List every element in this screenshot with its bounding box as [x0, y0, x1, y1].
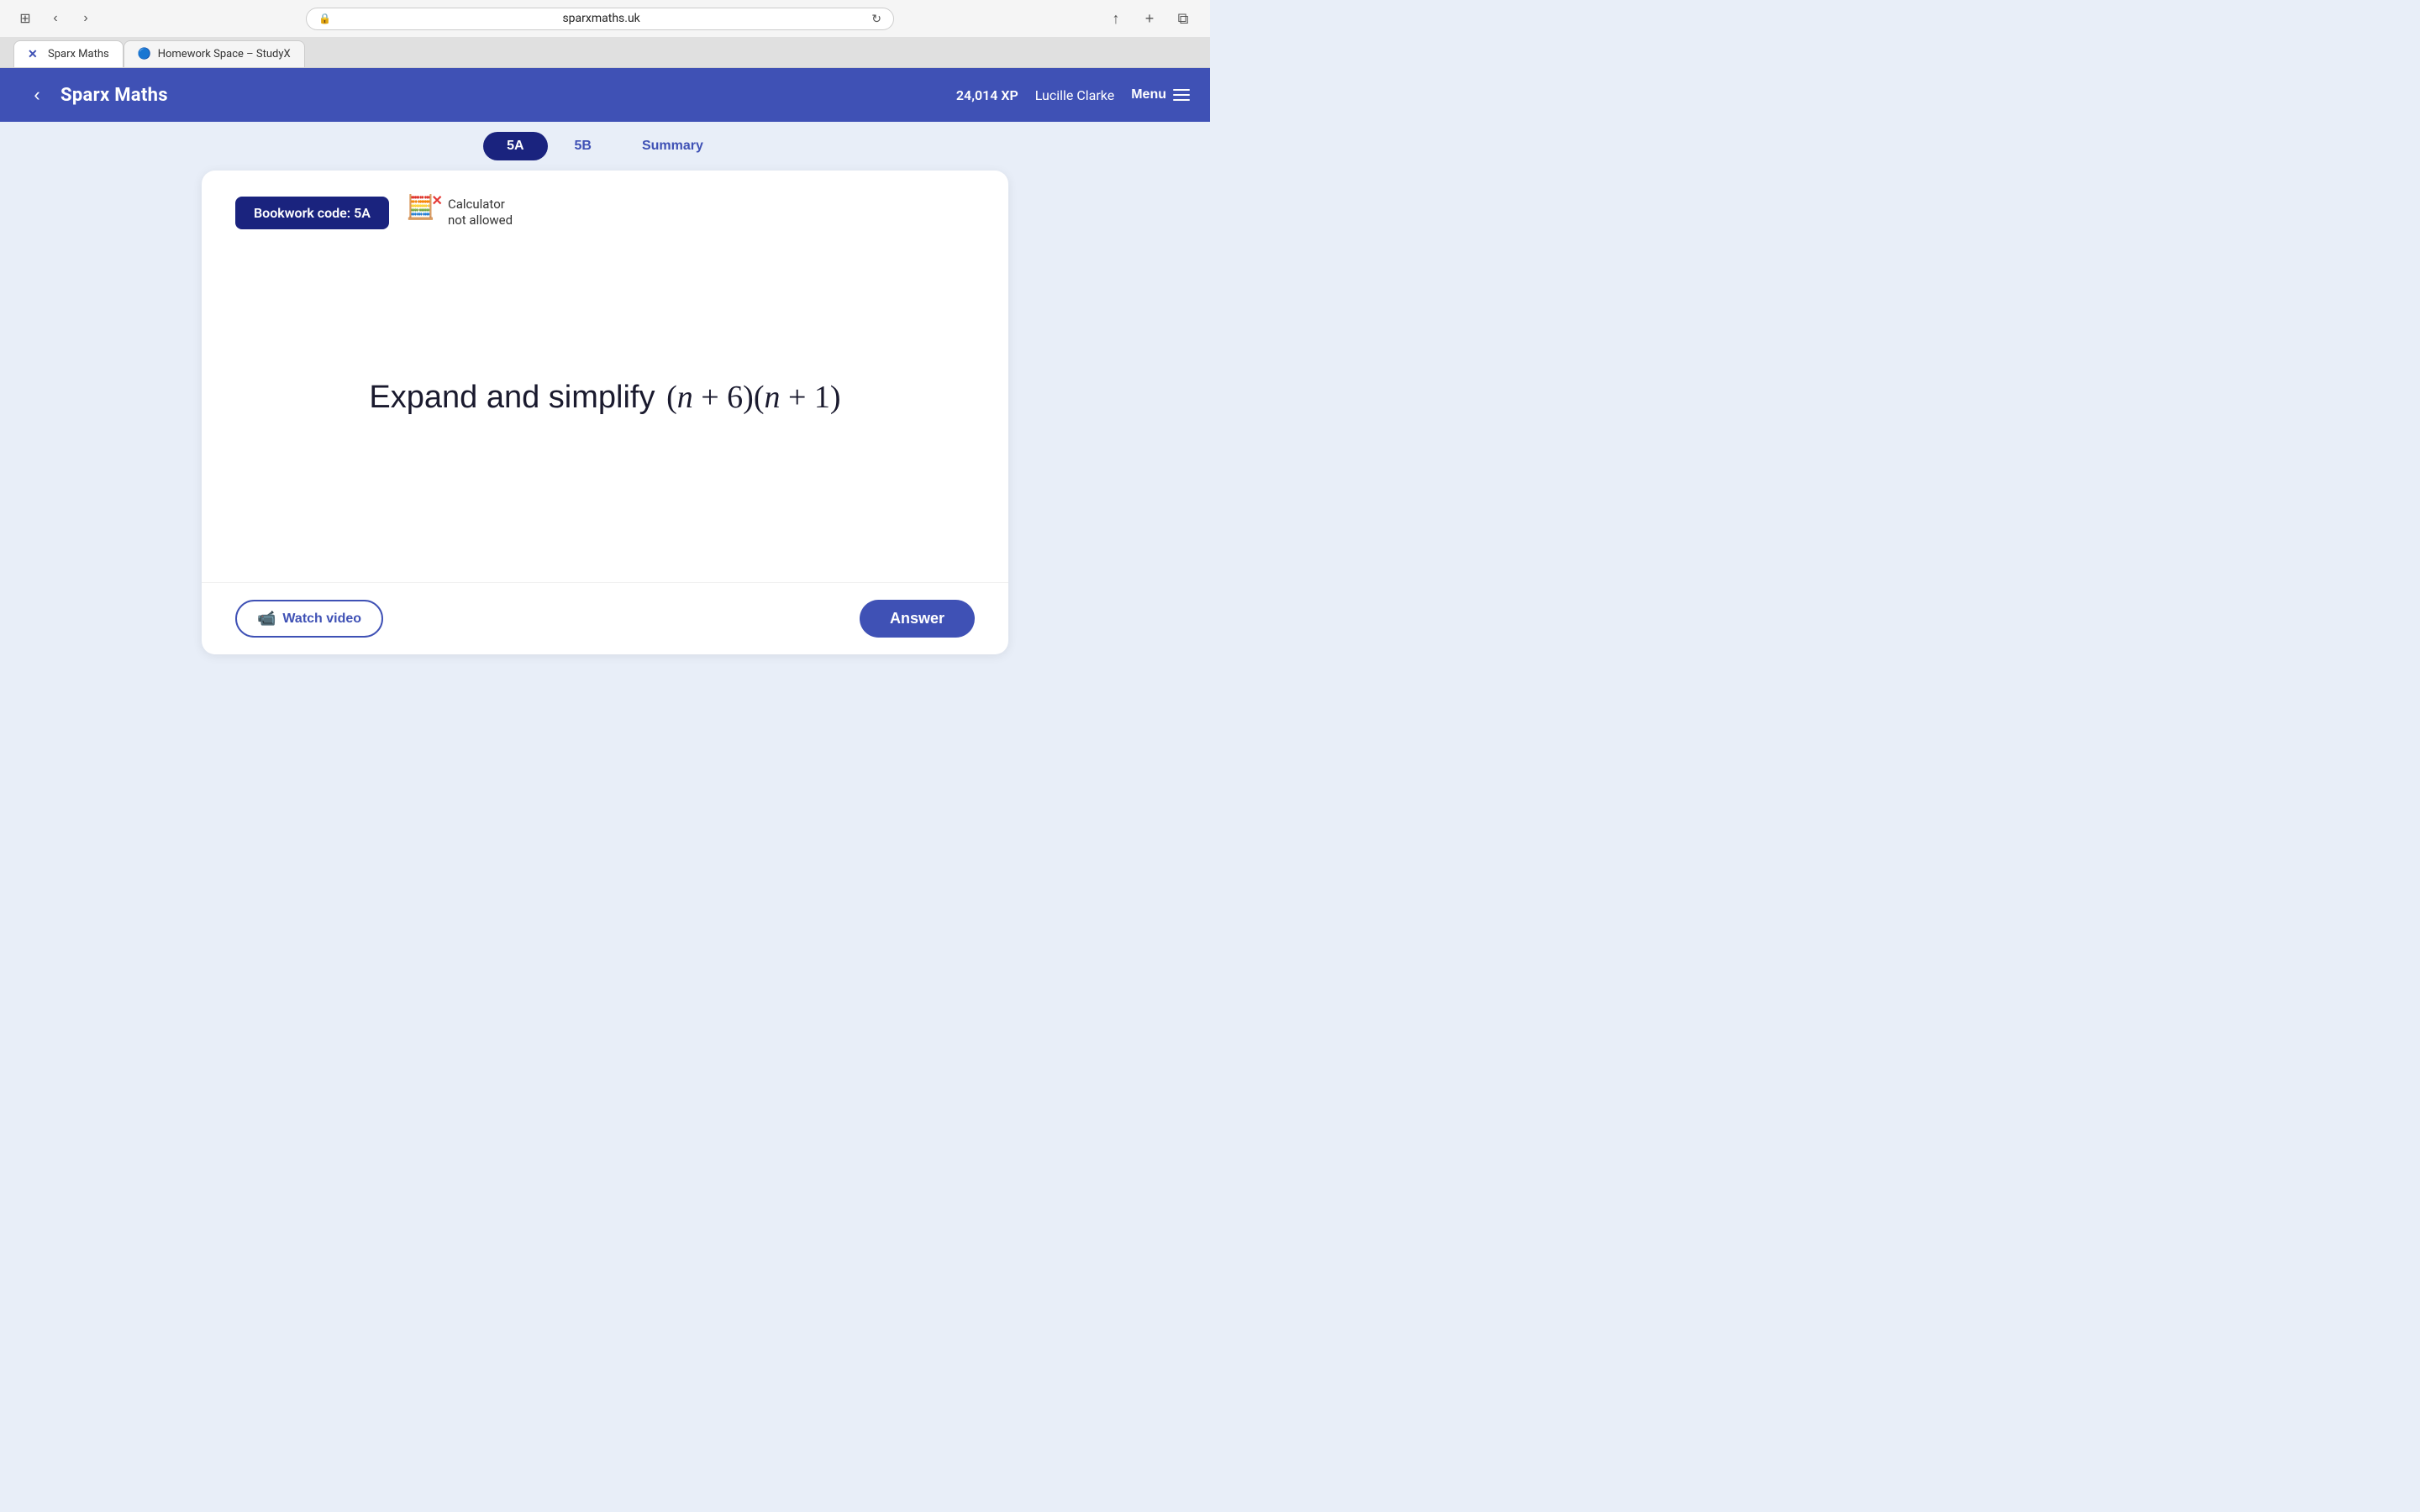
back-navigation-button[interactable]: ‹: [20, 78, 54, 112]
math-expression: (n + 6)(n + 1): [660, 379, 840, 416]
app-header: ‹ Sparx Maths 24,014 XP Lucille Clarke M…: [0, 68, 1210, 122]
header-right: 24,014 XP Lucille Clarke Menu: [956, 87, 1190, 103]
browser-toolbar: ⊞ ‹ › 🔒 sparxmaths.uk ↻ ↑ + ⧉: [0, 0, 1210, 37]
bookwork-code-badge: Bookwork code: 5A: [235, 197, 389, 229]
url-text: sparxmaths.uk: [336, 12, 866, 25]
watch-video-button[interactable]: 📹 Watch video: [235, 600, 383, 638]
sparx-tab-label: Sparx Maths: [48, 48, 109, 60]
menu-label: Menu: [1131, 87, 1166, 102]
xp-display: 24,014 XP: [956, 87, 1018, 103]
back-arrow-icon: ‹: [34, 84, 39, 106]
browser-controls: ⊞ ‹ ›: [13, 7, 97, 30]
menu-button[interactable]: Menu: [1131, 87, 1190, 102]
share-button[interactable]: ↑: [1102, 5, 1129, 32]
calculator-x-icon: ✕: [432, 192, 443, 208]
tabs-navigation: 5A 5B Summary: [0, 122, 1210, 171]
back-button[interactable]: ‹: [44, 7, 67, 30]
calculator-label: Calculator: [448, 197, 513, 213]
card-bottom: 📹 Watch video Answer: [202, 582, 1008, 654]
calculator-info: 🧮 ✕ Calculator not allowed: [406, 196, 513, 229]
browser-tabs: ✕ Sparx Maths 🔵 Homework Space – StudyX: [0, 37, 1210, 67]
calculator-status: not allowed: [448, 213, 513, 229]
math-question: Expand and simplify (n + 6)(n + 1): [369, 379, 840, 416]
card-top: Bookwork code: 5A 🧮 ✕ Calculator not all…: [202, 171, 1008, 246]
forward-button[interactable]: ›: [74, 7, 97, 30]
question-body: Expand and simplify (n + 6)(n + 1): [202, 246, 1008, 582]
browser-actions: ↑ + ⧉: [1102, 5, 1197, 32]
calculator-icon-wrap: 🧮 ✕: [406, 196, 439, 229]
lock-icon: 🔒: [318, 13, 331, 24]
user-name: Lucille Clarke: [1035, 87, 1114, 103]
watch-video-label: Watch video: [282, 612, 361, 627]
browser-chrome: ⊞ ‹ › 🔒 sparxmaths.uk ↻ ↑ + ⧉ ✕ Sparx Ma…: [0, 0, 1210, 68]
question-prefix: Expand and simplify: [369, 380, 655, 416]
tab-sparx-maths[interactable]: ✕ Sparx Maths: [13, 40, 124, 67]
studyx-tab-label: Homework Space – StudyX: [158, 48, 291, 60]
reload-button[interactable]: ↻: [871, 12, 881, 26]
tab-studyx[interactable]: 🔵 Homework Space – StudyX: [124, 40, 305, 67]
address-bar[interactable]: 🔒 sparxmaths.uk ↻: [306, 8, 894, 30]
studyx-tab-icon: 🔵: [138, 48, 151, 61]
hamburger-line-2: [1173, 94, 1190, 96]
new-tab-button[interactable]: +: [1136, 5, 1163, 32]
sidebar-toggle-button[interactable]: ⊞: [13, 7, 37, 30]
hamburger-line-1: [1173, 89, 1190, 91]
sparx-tab-icon: ✕: [28, 48, 41, 61]
windows-button[interactable]: ⧉: [1170, 5, 1197, 32]
answer-button[interactable]: Answer: [860, 600, 975, 638]
tab-5a[interactable]: 5A: [483, 132, 547, 160]
video-icon: 📹: [257, 610, 276, 627]
app-logo: Sparx Maths: [60, 85, 168, 106]
hamburger-icon: [1173, 89, 1190, 101]
main-content: Bookwork code: 5A 🧮 ✕ Calculator not all…: [0, 171, 1210, 688]
calculator-text: Calculator not allowed: [448, 197, 513, 229]
hamburger-line-3: [1173, 99, 1190, 101]
tab-5b[interactable]: 5B: [551, 132, 615, 160]
question-card: Bookwork code: 5A 🧮 ✕ Calculator not all…: [202, 171, 1008, 654]
tab-summary[interactable]: Summary: [618, 132, 727, 160]
